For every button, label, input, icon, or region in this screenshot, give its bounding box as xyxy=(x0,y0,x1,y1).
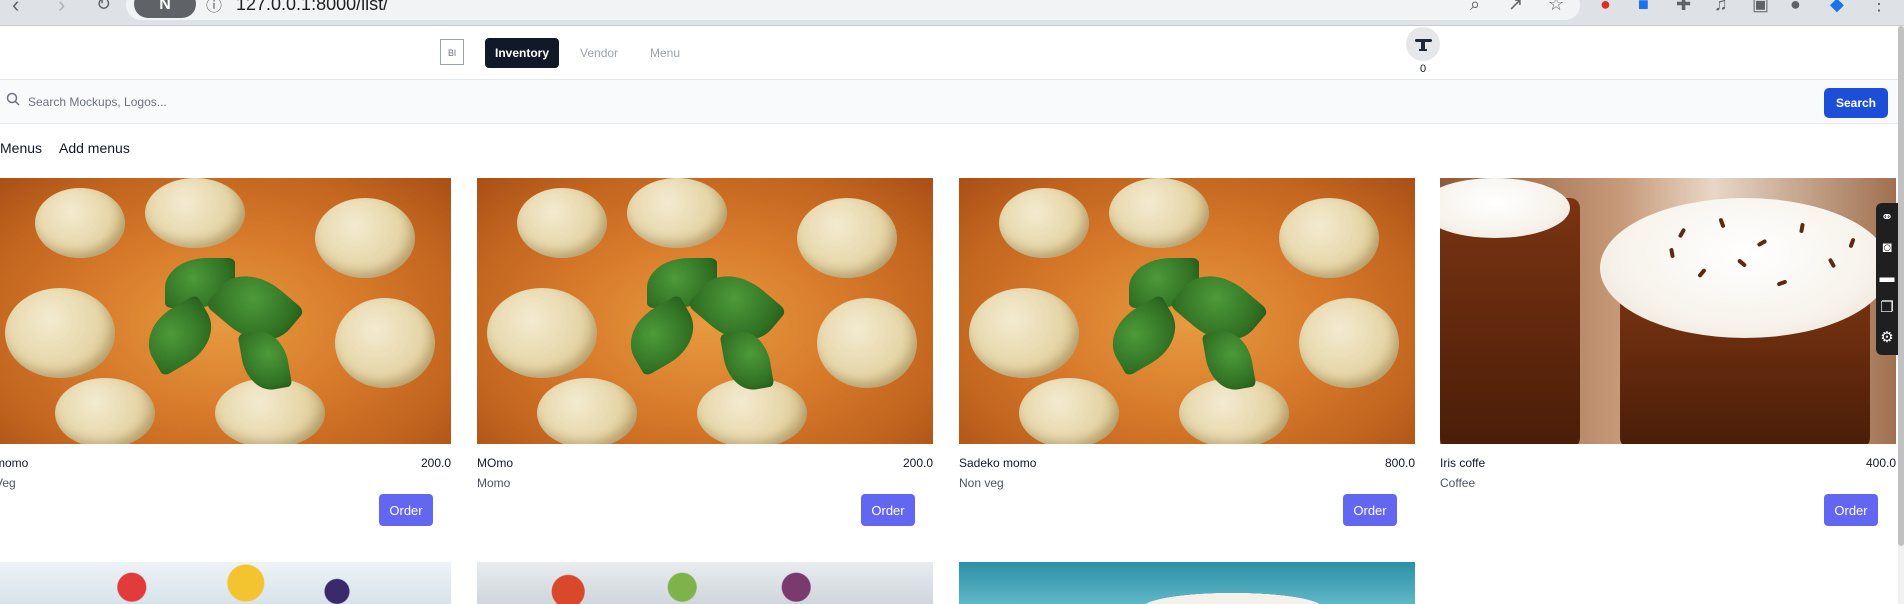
profile-icon[interactable]: ● xyxy=(1790,0,1801,15)
cart-widget[interactable]: 0 xyxy=(1405,27,1441,75)
reload-icon[interactable]: ↻ xyxy=(96,0,111,15)
menu-card: Sadeko momo 800.0 Non veg Order xyxy=(959,178,1415,526)
item-name: Iris coffe xyxy=(1440,456,1486,470)
browser-toolbar: ‹ › ↻ N ⓘ 127.0.0.1:8000/list/ ⌕ ↗ ☆ ● ■… xyxy=(0,0,1904,26)
item-category: Veg xyxy=(0,476,16,490)
menu-card: momo 200.0 Veg Order xyxy=(0,178,451,526)
floating-toolstrip: ⚭ ◙ ▬ ❐ ⚙ xyxy=(1876,203,1898,355)
item-category: Coffee xyxy=(1440,476,1476,490)
cart-count: 0 xyxy=(1419,63,1427,75)
extension-red-icon[interactable]: ● xyxy=(1600,0,1611,15)
search-icon xyxy=(6,92,20,106)
item-price: 200.0 xyxy=(902,456,933,470)
item-price: 800.0 xyxy=(1384,456,1415,470)
food-image-plate xyxy=(959,562,1415,604)
media-icon[interactable]: ♫ xyxy=(1714,0,1728,15)
order-button[interactable]: Order xyxy=(861,494,915,526)
address-url[interactable]: 127.0.0.1:8000/list/ xyxy=(236,0,388,15)
order-button[interactable]: Order xyxy=(379,494,433,526)
search-bar: Search xyxy=(0,79,1898,124)
order-button[interactable]: Order xyxy=(1343,494,1397,526)
extensions-puzzle-icon[interactable]: ✚ xyxy=(1676,0,1691,15)
page-scrollbar[interactable] xyxy=(1898,26,1904,604)
back-icon[interactable]: ‹ xyxy=(12,0,19,18)
item-name: MOmo xyxy=(477,456,513,470)
site-logo[interactable]: Bl xyxy=(440,39,464,65)
top-navbar: Bl Inventory Vendor Menu 0 xyxy=(0,26,1898,78)
menu-card: Iris coffe 400.0 Coffee Order xyxy=(1440,178,1896,526)
food-image xyxy=(1440,178,1896,444)
food-image-salad xyxy=(477,562,933,604)
camera-icon[interactable]: ◙ xyxy=(1876,233,1898,263)
side-panel-icon[interactable]: ▣ xyxy=(1752,0,1769,15)
item-name: momo xyxy=(0,456,29,470)
forward-icon[interactable]: › xyxy=(58,0,65,18)
zoom-icon[interactable]: ⌕ xyxy=(1470,0,1480,15)
item-category: Momo xyxy=(477,476,511,490)
food-image-fruit xyxy=(0,562,451,604)
item-price: 400.0 xyxy=(1865,456,1896,470)
more-menu-icon[interactable]: ⋮ xyxy=(1870,0,1888,15)
nav-vendor[interactable]: Vendor xyxy=(570,38,628,68)
food-image xyxy=(959,178,1415,444)
share-icon[interactable]: ↗ xyxy=(1508,0,1523,15)
search-input[interactable] xyxy=(28,90,1808,114)
search-button[interactable]: Search xyxy=(1824,88,1888,118)
order-button[interactable]: Order xyxy=(1824,494,1878,526)
extension-blue-icon[interactable]: ■ xyxy=(1638,0,1649,15)
rectangle-icon[interactable]: ▬ xyxy=(1876,263,1898,293)
item-category: Non veg xyxy=(959,476,1004,490)
nav-inventory[interactable]: Inventory xyxy=(485,38,560,68)
link-icon[interactable]: ⚭ xyxy=(1876,203,1898,233)
gear-icon[interactable]: ⚙ xyxy=(1876,323,1898,353)
menu-card: MOmo 200.0 Momo Order xyxy=(477,178,933,526)
item-price: 200.0 xyxy=(420,456,451,470)
cart-icon[interactable] xyxy=(1406,27,1440,61)
copy-icon[interactable]: ❐ xyxy=(1876,293,1898,323)
bookmark-star-icon[interactable]: ☆ xyxy=(1548,0,1564,15)
food-image xyxy=(477,178,933,444)
incognito-badge[interactable]: N xyxy=(134,0,196,18)
shield-icon[interactable]: ◆ xyxy=(1830,0,1844,15)
nav-menu[interactable]: Menu xyxy=(640,38,690,68)
add-menus-link[interactable]: Add menus xyxy=(59,140,130,156)
item-name: Sadeko momo xyxy=(959,456,1037,470)
site-info-icon[interactable]: ⓘ xyxy=(206,0,222,16)
food-image xyxy=(0,178,451,444)
menus-link[interactable]: Menus xyxy=(0,140,42,156)
